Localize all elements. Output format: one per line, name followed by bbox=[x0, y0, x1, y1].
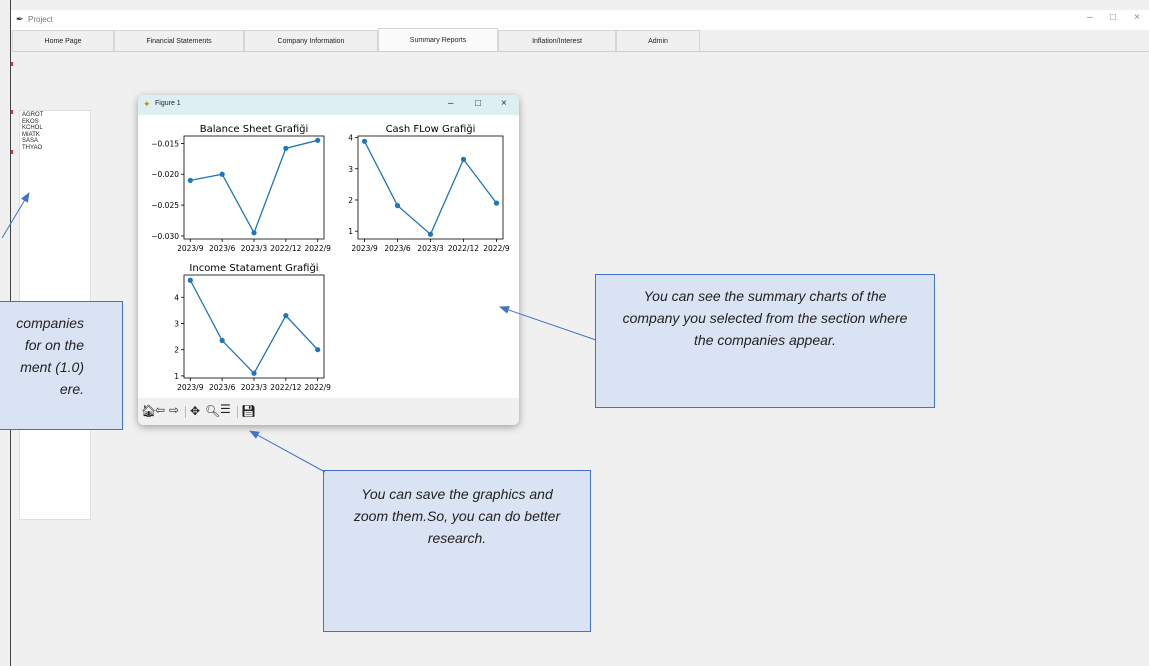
arrow-to-list bbox=[1, 192, 30, 239]
arrow-to-figure bbox=[499, 306, 597, 341]
callout-arrows bbox=[1, 192, 597, 473]
arrow-to-toolbar bbox=[249, 430, 326, 473]
